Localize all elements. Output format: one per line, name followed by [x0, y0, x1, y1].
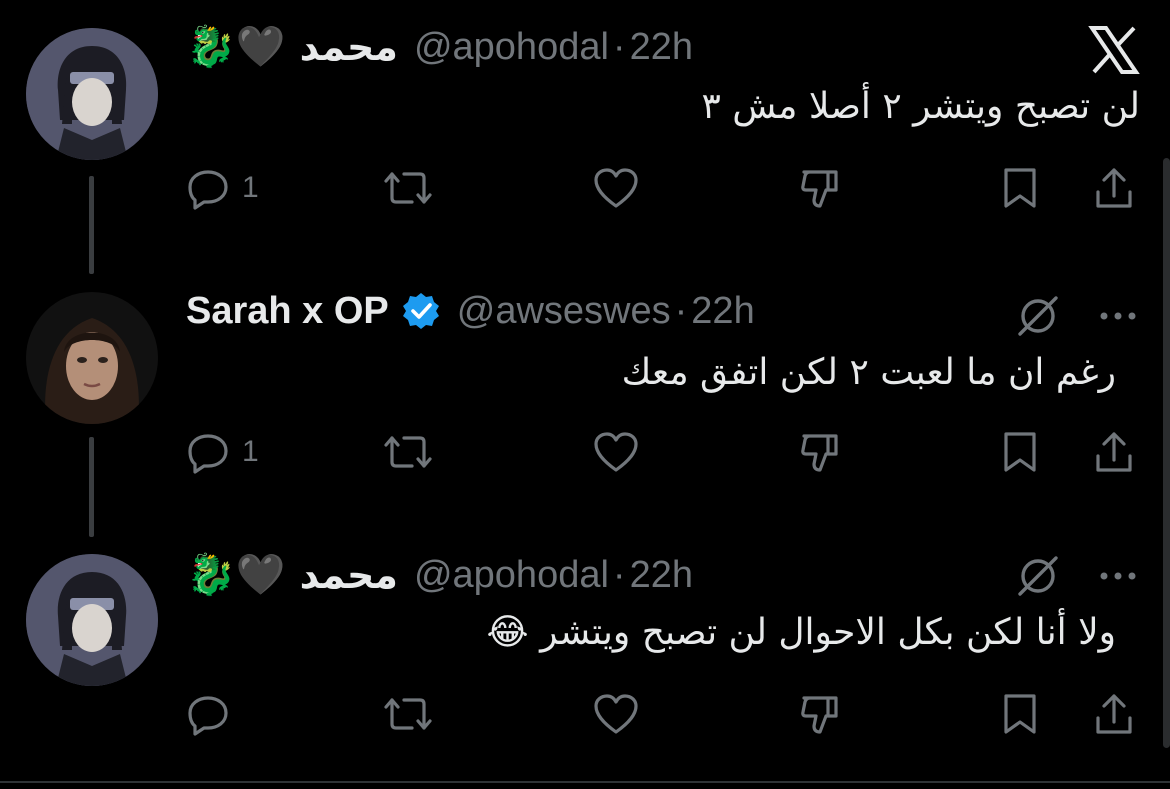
bookmark-button[interactable] [1000, 686, 1040, 742]
more-options-icon[interactable] [1098, 566, 1142, 586]
bookmark-button[interactable] [1000, 160, 1040, 216]
timestamp[interactable]: 22h [691, 290, 754, 333]
share-button[interactable] [1092, 424, 1136, 480]
tweet-top-actions [1014, 292, 1142, 340]
more-options-icon[interactable] [1098, 306, 1142, 326]
heart-icon [594, 432, 638, 472]
tweet-text: ولا أنا لكن بكل الاحوال لن تصبح ويتشر 😂 [486, 612, 1116, 653]
avatar[interactable] [26, 554, 158, 686]
grok-icon[interactable] [1014, 292, 1062, 340]
reply-button[interactable]: 1 [186, 424, 259, 480]
x-logo-icon [1088, 24, 1140, 76]
user-handle[interactable]: @apohodal [414, 26, 609, 69]
user-handle[interactable]: @apohodal [414, 554, 609, 597]
reply-count: 1 [242, 435, 259, 468]
heart-icon [594, 168, 638, 208]
downvote-button[interactable] [798, 160, 842, 216]
tweet[interactable]: Sarah x OP @awseswes · 22h رغم ان ما لعب… [0, 262, 1170, 522]
action-bar [186, 686, 1146, 742]
thumbs-down-icon [801, 170, 838, 208]
divider [0, 781, 1170, 783]
reply-icon [188, 696, 228, 736]
action-bar: 1 [186, 424, 1146, 480]
heart-icon [594, 694, 638, 734]
reply-icon [188, 434, 228, 474]
display-name[interactable]: محمد [300, 553, 398, 597]
retweet-button[interactable] [382, 686, 434, 742]
share-button[interactable] [1092, 686, 1136, 742]
reply-button[interactable]: 1 [186, 160, 259, 216]
name-emojis: 🐉🖤 [186, 24, 286, 70]
retweet-icon [384, 436, 432, 468]
grok-icon[interactable] [1014, 552, 1062, 600]
separator: · [612, 25, 626, 68]
laughing-emoji-icon: 😂 [486, 612, 529, 653]
downvote-button[interactable] [798, 686, 842, 742]
bookmark-icon [1004, 432, 1036, 472]
timestamp[interactable]: 22h [630, 26, 693, 69]
bookmark-button[interactable] [1000, 424, 1040, 480]
timestamp[interactable]: 22h [630, 554, 693, 597]
share-icon [1096, 694, 1132, 734]
thumbs-down-icon [801, 696, 838, 734]
share-button[interactable] [1092, 160, 1136, 216]
retweet-button[interactable] [382, 160, 434, 216]
tweet-header: Sarah x OP @awseswes · 22h [186, 286, 755, 336]
tweet[interactable]: 🐉🖤 محمد @apohodal · 22h ولا أنا لكن بكل … [0, 524, 1170, 784]
share-icon [1096, 432, 1132, 472]
thumbs-down-icon [801, 434, 838, 472]
downvote-button[interactable] [798, 424, 842, 480]
tweet-header: 🐉🖤 محمد @apohodal · 22h [186, 550, 693, 600]
like-button[interactable] [592, 686, 640, 742]
bookmark-icon [1004, 168, 1036, 208]
share-icon [1096, 168, 1132, 208]
reply-icon [188, 170, 228, 210]
display-name[interactable]: Sarah x OP [186, 290, 389, 333]
separator: · [674, 289, 688, 332]
like-button[interactable] [592, 160, 640, 216]
action-bar: 1 [186, 160, 1146, 216]
retweet-icon [384, 172, 432, 204]
display-name[interactable]: محمد [300, 25, 398, 69]
tweet-top-actions [1014, 552, 1142, 600]
tweet-header: 🐉🖤 محمد @apohodal · 22h [186, 22, 693, 72]
like-button[interactable] [592, 424, 640, 480]
reply-count: 1 [242, 171, 259, 204]
avatar[interactable] [26, 28, 158, 160]
verified-badge-icon [401, 291, 441, 331]
tweet-text: رغم ان ما لعبت ٢ لكن اتفق معك [621, 352, 1116, 393]
avatar[interactable] [26, 292, 158, 424]
user-handle[interactable]: @awseswes [457, 290, 671, 333]
bookmark-icon [1004, 694, 1036, 734]
separator: · [612, 553, 626, 596]
retweet-button[interactable] [382, 424, 434, 480]
tweet[interactable]: 🐉🖤 محمد @apohodal · 22h لن تصبح ويتشر ٢ … [0, 0, 1170, 260]
retweet-icon [384, 698, 432, 730]
name-emojis: 🐉🖤 [186, 552, 286, 598]
tweet-text: لن تصبح ويتشر ٢ أصلا مش ٣ [701, 86, 1140, 127]
reply-button[interactable] [186, 686, 242, 742]
